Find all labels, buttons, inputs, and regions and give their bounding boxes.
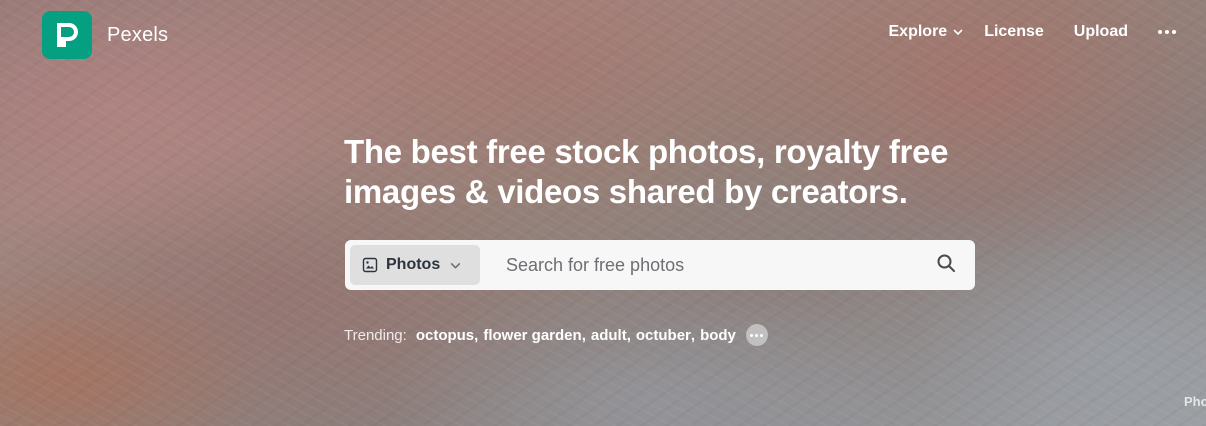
media-type-select[interactable]: Photos	[350, 245, 480, 285]
search-bar: Photos	[345, 239, 975, 291]
brand-name[interactable]: Pexels	[107, 24, 168, 47]
top-nav: Explore License Upload	[889, 23, 1176, 41]
trending-tag[interactable]: adult	[591, 327, 627, 344]
trending-separator: ,	[626, 326, 631, 344]
more-trending-button[interactable]	[745, 324, 768, 346]
search-button[interactable]	[921, 240, 971, 290]
nav-explore-label: Explore	[888, 23, 948, 40]
trending-tag[interactable]: octopus	[416, 327, 474, 344]
trending-separator: ,	[474, 326, 479, 344]
search-icon	[936, 253, 956, 278]
pexels-logo-icon[interactable]	[42, 11, 92, 59]
trending-tag[interactable]: octuber	[636, 327, 691, 344]
headline-line-2: images & videos shared by creators.	[344, 173, 908, 210]
headline-line-1: The best free stock photos, royalty free	[344, 133, 949, 170]
trending-searches: Trending: octopus, flower garden, adult,…	[344, 324, 768, 346]
search-input[interactable]	[504, 239, 921, 291]
trending-separator: ,	[581, 326, 586, 344]
nav-explore[interactable]: Explore	[889, 23, 964, 41]
nav-license[interactable]: License	[984, 23, 1044, 41]
trending-tag[interactable]: flower garden	[483, 327, 581, 344]
image-icon	[362, 257, 378, 273]
trending-label: Trending:	[344, 326, 407, 344]
media-type-label: Photos	[386, 256, 441, 273]
chevron-down-icon	[450, 260, 461, 271]
more-menu-button[interactable]	[1158, 26, 1176, 38]
more-horizontal-icon	[1158, 26, 1176, 38]
hero-banner: Pexels Explore License Upload The best f…	[0, 0, 1206, 426]
photo-credit[interactable]: Pho	[1184, 394, 1206, 409]
nav-upload[interactable]: Upload	[1074, 23, 1128, 41]
trending-tag[interactable]: body	[700, 327, 736, 344]
chevron-down-icon	[953, 27, 963, 37]
page-title: The best free stock photos, royalty free…	[344, 132, 984, 212]
trending-separator: ,	[690, 326, 696, 344]
